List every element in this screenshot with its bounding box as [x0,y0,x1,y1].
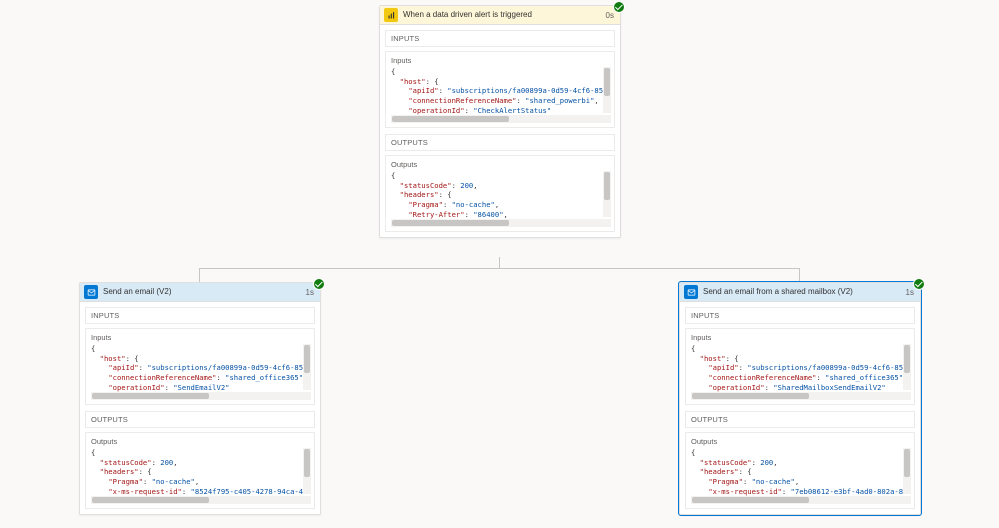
success-check-icon [313,278,325,290]
success-check-icon [913,278,925,290]
scrollbar-corner [303,392,311,400]
outlook-icon [684,285,698,299]
outputs-sub: Outputs [391,160,611,169]
card-duration: 1s [906,288,914,297]
flow-run-canvas[interactable]: When a data driven alert is triggered 0s… [0,0,999,528]
action-card-right[interactable]: Send an email from a shared mailbox (V2)… [679,282,921,515]
scrollbar-vertical[interactable] [303,344,311,390]
card-header[interactable]: When a data driven alert is triggered 0s [380,6,620,25]
outputs-label: OUTPUTS [385,134,615,151]
scrollbar-horizontal[interactable] [391,115,603,123]
card-title: When a data driven alert is triggered [403,8,606,22]
scrollbar-vertical[interactable] [603,67,611,113]
action-card-left[interactable]: Send an email (V2) 1s INPUTS Inputs { "h… [79,282,321,515]
card-header[interactable]: Send an email from a shared mailbox (V2)… [680,283,920,302]
scrollbar-vertical[interactable] [903,344,911,390]
outputs-json-viewer[interactable]: { "statusCode": 200, "headers": { "Pragm… [391,171,611,227]
inputs-json-viewer[interactable]: { "host": { "apiId": "subscriptions/fa00… [391,67,611,123]
scrollbar-horizontal[interactable] [91,392,303,400]
trigger-card[interactable]: When a data driven alert is triggered 0s… [379,5,621,238]
card-body: INPUTS Inputs { "host": { "apiId": "subs… [680,302,920,514]
connector-line [199,268,200,282]
powerbi-icon [384,8,398,22]
scrollbar-vertical[interactable] [903,448,911,494]
scrollbar-horizontal[interactable] [691,496,903,504]
outputs-json-viewer[interactable]: { "statusCode": 200, "headers": { "Pragm… [691,448,911,504]
outputs-sub: Outputs [691,437,911,446]
connector-line [799,268,800,282]
inputs-box: Inputs { "host": { "apiId": "subscriptio… [385,51,615,128]
card-duration: 1s [306,288,314,297]
scrollbar-vertical[interactable] [303,448,311,494]
scrollbar-corner [603,115,611,123]
scrollbar-vertical[interactable] [603,171,611,217]
inputs-label: INPUTS [385,30,615,47]
inputs-json-viewer[interactable]: { "host": { "apiId": "subscriptions/fa00… [691,344,911,400]
inputs-box: Inputs { "host": { "apiId": "subscriptio… [85,328,315,405]
connector-line [199,268,800,269]
inputs-sub: Inputs [391,56,611,65]
outputs-sub: Outputs [91,437,311,446]
scrollbar-horizontal[interactable] [391,219,603,227]
scrollbar-corner [903,392,911,400]
scrollbar-corner [903,496,911,504]
card-title: Send an email from a shared mailbox (V2) [703,285,906,299]
card-duration: 0s [606,11,614,20]
inputs-box: Inputs { "host": { "apiId": "subscriptio… [685,328,915,405]
card-title: Send an email (V2) [103,285,306,299]
success-check-icon [613,1,625,13]
outlook-icon [84,285,98,299]
outputs-json-viewer[interactable]: { "statusCode": 200, "headers": { "Pragm… [91,448,311,504]
scrollbar-horizontal[interactable] [691,392,903,400]
inputs-json-viewer[interactable]: { "host": { "apiId": "subscriptions/fa00… [91,344,311,400]
outputs-box: Outputs { "statusCode": 200, "headers": … [85,432,315,509]
outputs-label: OUTPUTS [85,411,315,428]
scrollbar-corner [603,219,611,227]
scrollbar-horizontal[interactable] [91,496,303,504]
outputs-box: Outputs { "statusCode": 200, "headers": … [685,432,915,509]
inputs-label: INPUTS [685,307,915,324]
outputs-box: Outputs { "statusCode": 200, "headers": … [385,155,615,232]
card-body: INPUTS Inputs { "host": { "apiId": "subs… [80,302,320,514]
inputs-label: INPUTS [85,307,315,324]
outputs-label: OUTPUTS [685,411,915,428]
inputs-sub: Inputs [691,333,911,342]
card-body: INPUTS Inputs { "host": { "apiId": "subs… [380,25,620,237]
scrollbar-corner [303,496,311,504]
card-header[interactable]: Send an email (V2) 1s [80,283,320,302]
inputs-sub: Inputs [91,333,311,342]
